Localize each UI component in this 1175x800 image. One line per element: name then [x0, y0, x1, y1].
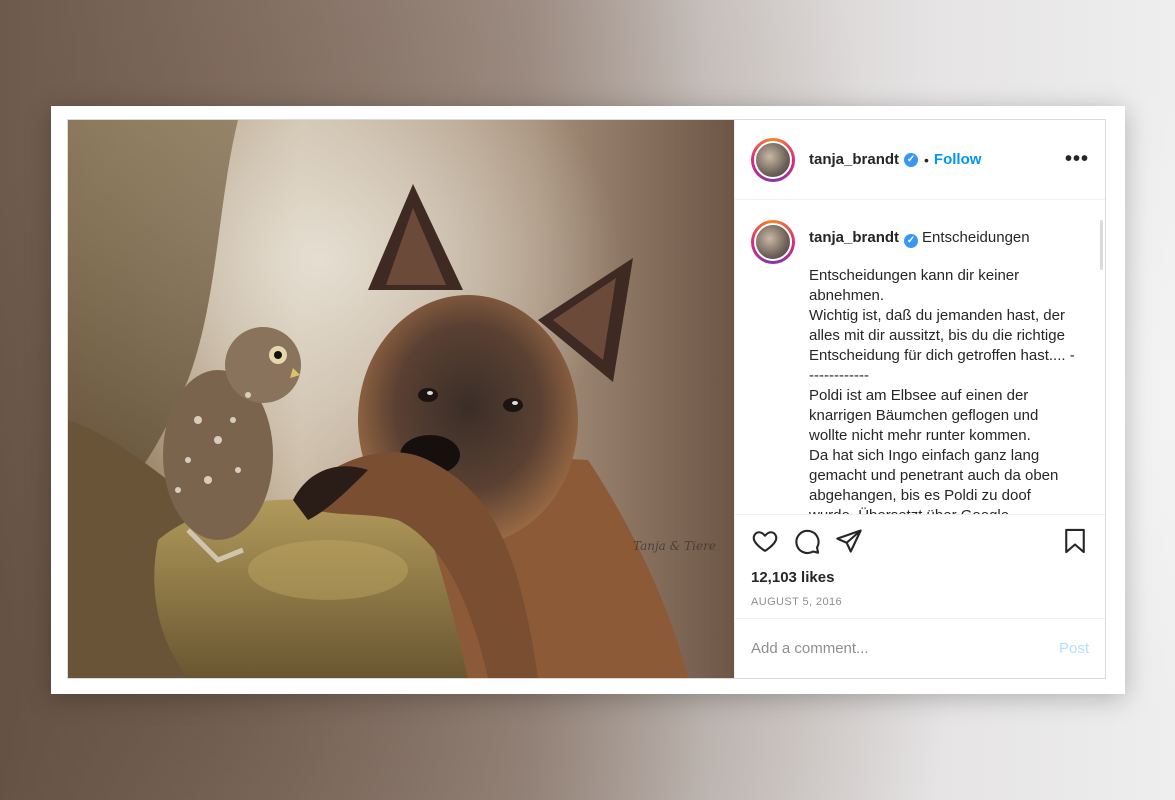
caption-row: tanja_brandt ✓ Entscheidungen Entscheidung…: [751, 220, 1089, 514]
post-date[interactable]: AUGUST 5, 2016: [751, 596, 1089, 608]
action-icons: [751, 527, 1089, 559]
post-actions: 12,103 likes AUGUST 5, 2016: [735, 514, 1105, 608]
caption-area[interactable]: tanja_brandt ✓ Entscheidungen Entscheidung…: [735, 200, 1105, 514]
caption-verified-badge-icon: ✓: [904, 234, 919, 248]
post-comment-button[interactable]: Post: [1059, 640, 1089, 657]
comment-input[interactable]: [751, 640, 1059, 657]
instagram-post: Tanja & Tiere tanja_brandt ✓ • Follow ••…: [67, 119, 1106, 679]
comment-icon[interactable]: [793, 527, 821, 560]
caption-avatar-image: [754, 223, 792, 261]
comment-bar: Post: [735, 618, 1105, 678]
caption-username-link[interactable]: tanja_brandt: [809, 229, 899, 246]
bookmark-icon[interactable]: [1061, 527, 1089, 560]
separator-dot: •: [924, 151, 929, 168]
dog-and-owl-photo: Tanja & Tiere: [68, 120, 734, 678]
heart-icon[interactable]: [751, 527, 779, 560]
post-photo: Tanja & Tiere: [68, 120, 734, 678]
paper-plane-icon[interactable]: [835, 527, 863, 560]
avatar[interactable]: [751, 137, 795, 182]
verified-badge-icon: ✓: [904, 152, 919, 167]
more-options-icon[interactable]: •••: [1065, 148, 1089, 171]
post-header: tanja_brandt ✓ • Follow •••: [735, 120, 1105, 200]
caption-title: Entscheidungen: [922, 229, 1030, 246]
follow-button[interactable]: Follow: [934, 151, 982, 168]
caption-header: tanja_brandt ✓ Entscheidungen: [809, 227, 1079, 249]
caption-body: Entscheidungen kann dir keiner abnehmen.…: [809, 267, 1075, 514]
avatar-image: [754, 140, 792, 179]
caption-scrollbar[interactable]: [1100, 220, 1103, 270]
username-link[interactable]: tanja_brandt: [809, 151, 899, 168]
likes-count[interactable]: 12,103 likes: [751, 569, 1089, 586]
post-sidebar: tanja_brandt ✓ • Follow ••• tanja_brandt…: [734, 120, 1105, 678]
svg-text:Tanja & Tiere: Tanja & Tiere: [633, 539, 716, 553]
caption-avatar[interactable]: [751, 220, 795, 264]
caption-text: tanja_brandt ✓ Entscheidungen Entscheidung…: [809, 220, 1079, 514]
